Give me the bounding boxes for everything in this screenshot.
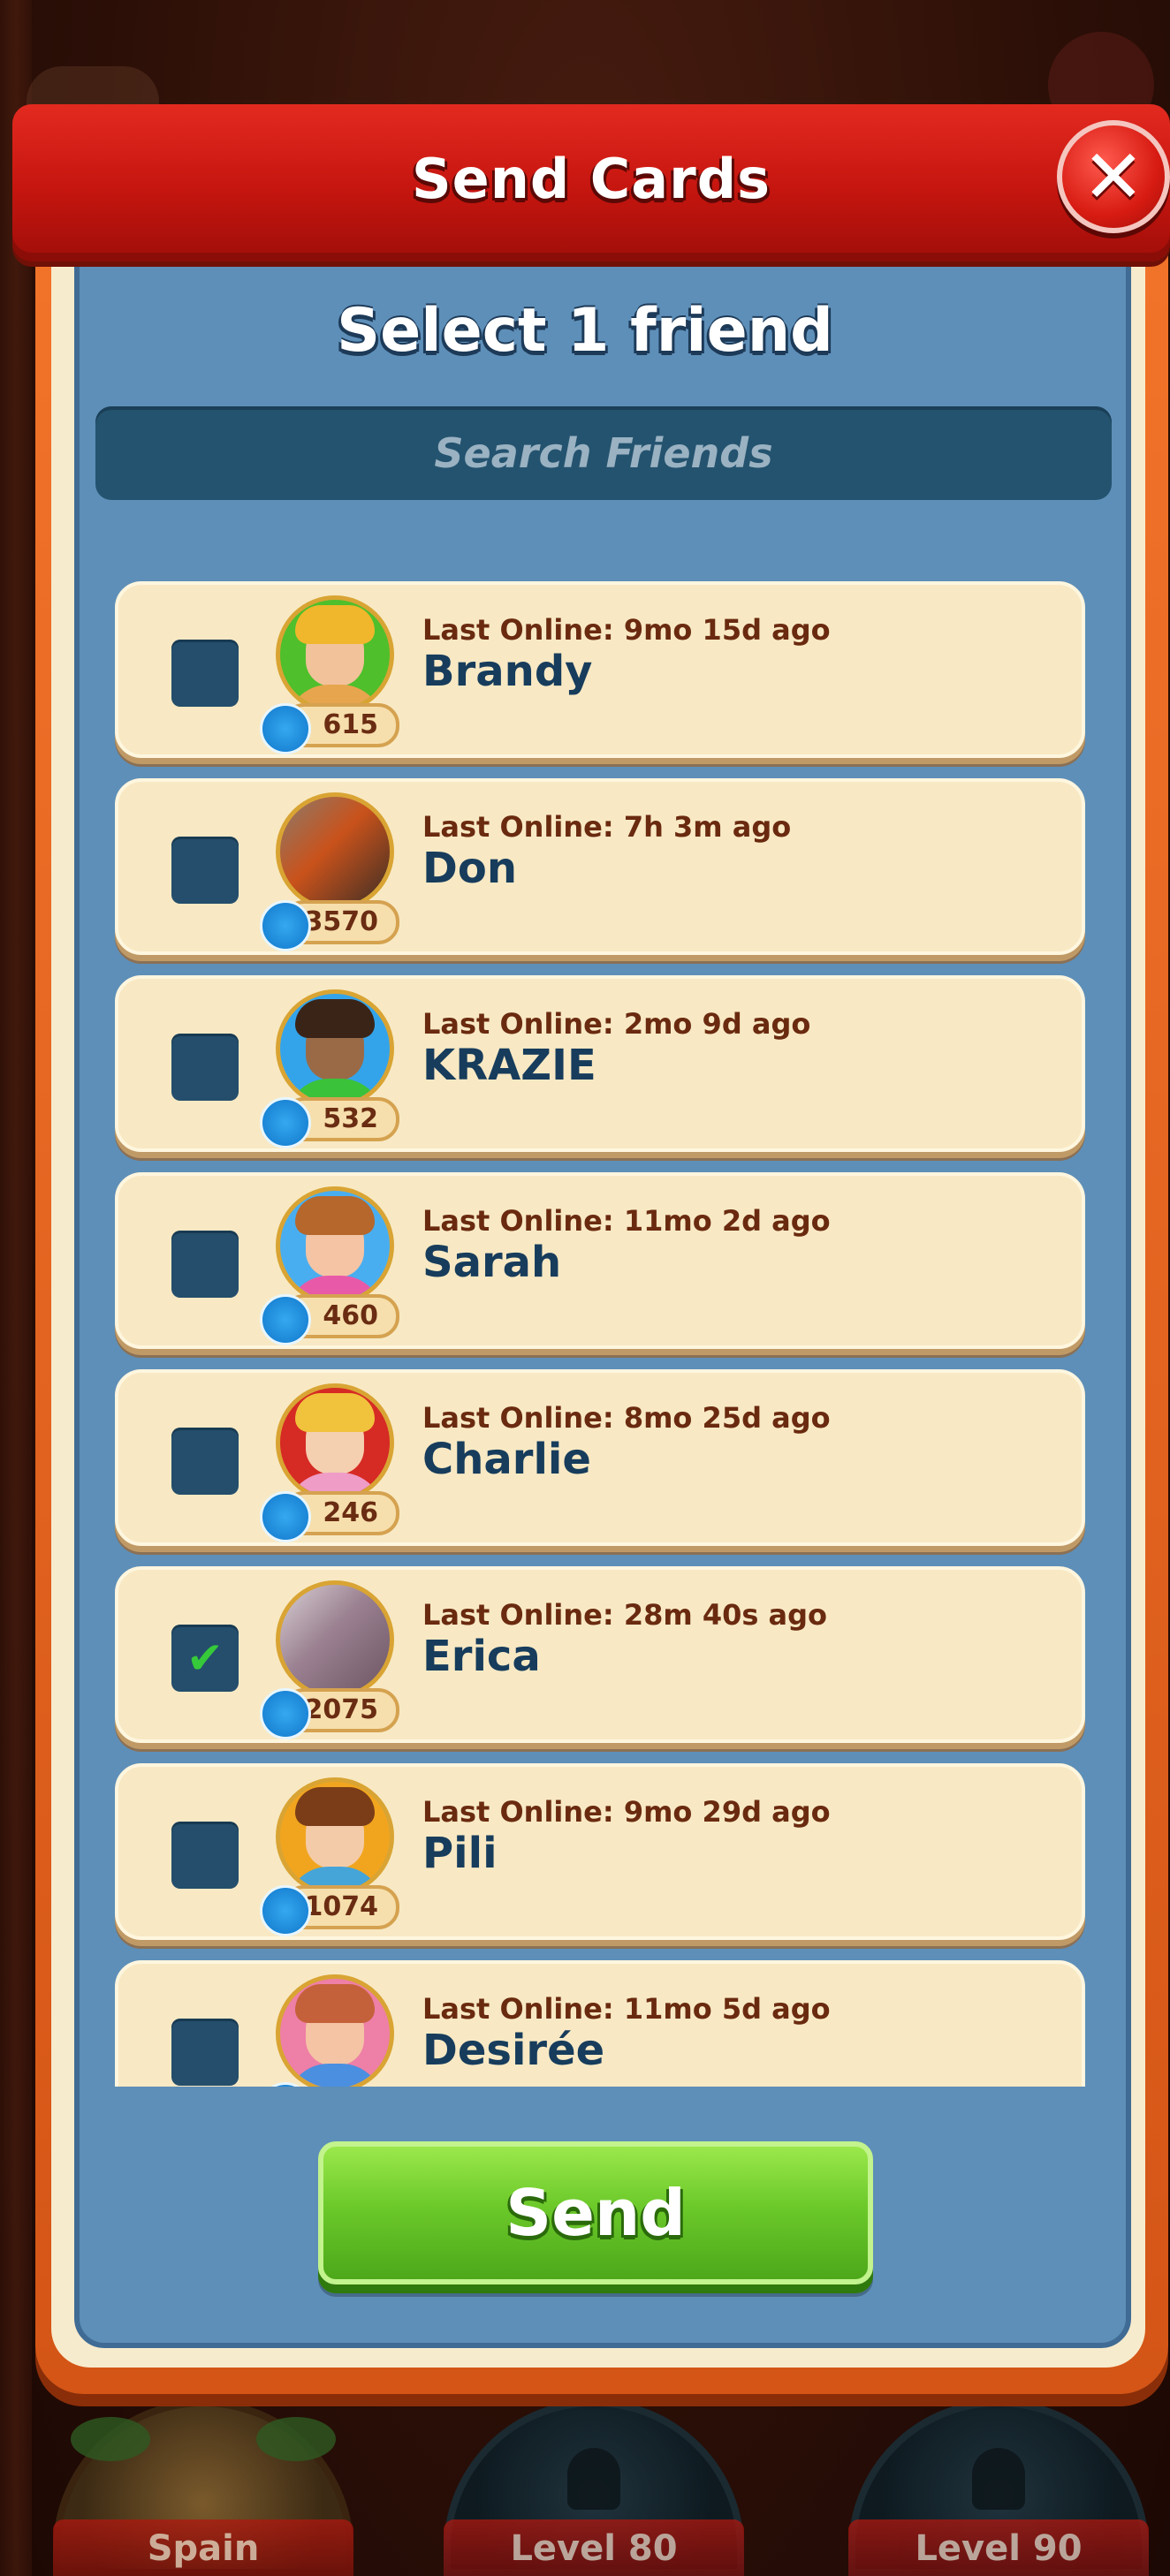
dialog-title: Send Cards (411, 147, 771, 211)
friend-list[interactable]: 615 Last Online: 9mo 15d ago Brandy 3570 Las… (111, 574, 1087, 2087)
friend-card[interactable]: 246 Last Online: 8mo 25d ago Charlie (115, 1369, 1085, 1547)
friend-name: Don (422, 844, 517, 893)
friend-name: Sarah (422, 1238, 562, 1287)
level-star-icon (255, 896, 315, 956)
friend-last-online: Last Online: 2mo 9d ago (422, 1007, 811, 1041)
friend-checkbox[interactable] (171, 2019, 239, 2086)
friend-checkbox[interactable] (171, 1034, 239, 1101)
lock-icon (567, 2448, 620, 2510)
friend-avatar (276, 1974, 394, 2087)
checkmark-icon: ✔ (186, 1633, 224, 1684)
friend-name: Erica (422, 1632, 541, 1681)
level-star-icon (255, 1093, 315, 1153)
friend-avatar (276, 595, 394, 714)
title-banner: Send Cards (12, 104, 1170, 261)
friend-name: Brandy (422, 647, 593, 696)
palm-tree-icon (71, 2417, 150, 2461)
level-label-spain: Spain (53, 2519, 353, 2576)
friend-checkbox[interactable] (171, 640, 239, 707)
friend-checkbox[interactable] (171, 1822, 239, 1889)
friend-checkbox[interactable] (171, 837, 239, 904)
close-icon: ✕ (1082, 133, 1145, 220)
friend-last-online: Last Online: 11mo 5d ago (422, 1992, 831, 2026)
level-tile-80: Level 80 (435, 2399, 753, 2576)
friend-avatar (276, 1186, 394, 1305)
friend-checkbox[interactable] (171, 1231, 239, 1298)
friend-card[interactable]: 460 Last Online: 11mo 2d ago Sarah (115, 1172, 1085, 1350)
dialog-subtitle: Select 1 friend (337, 296, 833, 366)
level-star-icon (255, 699, 315, 759)
background-wood-stripe (0, 0, 32, 2576)
level-star-icon (255, 1684, 315, 1744)
level-star-icon (255, 1881, 315, 1941)
send-button[interactable]: Send (318, 2141, 873, 2284)
friend-card[interactable]: 1074 Last Online: 9mo 29d ago Pili (115, 1763, 1085, 1941)
friend-last-online: Last Online: 9mo 15d ago (422, 613, 831, 647)
close-button[interactable]: ✕ (1057, 120, 1170, 233)
lock-icon (972, 2448, 1025, 2510)
friend-avatar (276, 792, 394, 911)
friend-card[interactable]: Last Online: 11mo 5d ago Desirée (115, 1960, 1085, 2087)
palm-tree-icon (256, 2417, 336, 2461)
friend-name: Desirée (422, 2026, 605, 2075)
level-star-icon (255, 1487, 315, 1547)
friend-avatar (276, 1580, 394, 1699)
friend-card[interactable]: ✔ 2075 Last Online: 28m 40s ago Erica (115, 1566, 1085, 1744)
friend-last-online: Last Online: 9mo 29d ago (422, 1795, 831, 1829)
level-tile-spain: Spain (44, 2399, 362, 2576)
friend-last-online: Last Online: 11mo 2d ago (422, 1204, 831, 1238)
friend-avatar (276, 1383, 394, 1502)
level-tile-90: Level 90 (840, 2399, 1158, 2576)
friend-card[interactable]: 615 Last Online: 9mo 15d ago Brandy (115, 581, 1085, 759)
bottom-level-nav: Spain Level 80 Level 90 (0, 2399, 1170, 2576)
friend-card[interactable]: 3570 Last Online: 7h 3m ago Don (115, 778, 1085, 956)
friend-name: Pili (422, 1829, 498, 1878)
friend-last-online: Last Online: 8mo 25d ago (422, 1401, 831, 1435)
search-friends-field[interactable] (95, 406, 1112, 500)
level-star-icon (255, 1290, 315, 1350)
send-button-label: Send (505, 2176, 686, 2250)
friend-avatar (276, 989, 394, 1108)
friend-checkbox[interactable]: ✔ (171, 1625, 239, 1692)
friend-last-online: Last Online: 28m 40s ago (422, 1598, 828, 1632)
friend-name: KRAZIE (422, 1041, 596, 1090)
friend-checkbox[interactable] (171, 1428, 239, 1495)
friend-card[interactable]: 532 Last Online: 2mo 9d ago KRAZIE (115, 975, 1085, 1153)
level-label-80: Level 80 (444, 2519, 744, 2576)
friend-avatar (276, 1777, 394, 1896)
level-label-90: Level 90 (848, 2519, 1149, 2576)
friend-last-online: Last Online: 7h 3m ago (422, 810, 792, 844)
friend-name: Charlie (422, 1435, 591, 1484)
search-input[interactable] (95, 406, 1112, 500)
